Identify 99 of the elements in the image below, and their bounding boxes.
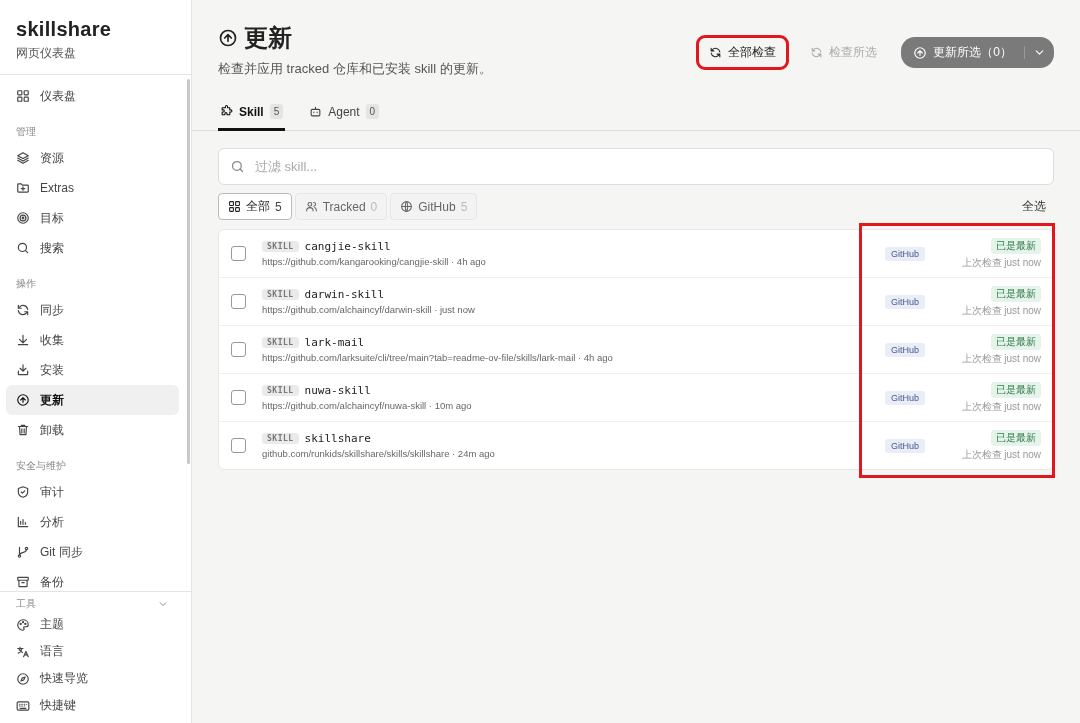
nav-item[interactable]: Extras: [6, 173, 179, 203]
tab[interactable]: Skill 5: [218, 98, 286, 131]
source-badge: GitHub: [885, 390, 925, 405]
source-badge: GitHub: [885, 342, 925, 357]
status-badge: 已是最新: [991, 285, 1041, 302]
bar-chart-icon: [16, 515, 30, 529]
keyboard-icon: [16, 698, 30, 713]
filter-chip[interactable]: 全部 5: [218, 193, 292, 220]
type-tag: SKILL: [262, 385, 299, 396]
source-badge: GitHub: [885, 246, 925, 261]
skill-name: cangjie-skill: [304, 240, 391, 253]
nav-item[interactable]: 审计: [6, 477, 179, 507]
source-url: https://github.com/alchaincyf/nuwa-skill · 10m ago: [262, 400, 473, 411]
status-badge: 已是最新: [991, 381, 1041, 398]
checkbox[interactable]: [231, 438, 246, 453]
download-icon: [16, 333, 30, 347]
nav-item[interactable]: 资源: [6, 143, 179, 173]
count-badge: 0: [365, 104, 380, 119]
checkbox[interactable]: [231, 246, 246, 261]
nav-item[interactable]: 安装: [6, 355, 179, 385]
arrow-up-circle-icon: [16, 393, 30, 407]
status-badge: 已是最新: [991, 237, 1041, 254]
compass-icon: [16, 671, 30, 686]
nav-item[interactable]: 备份: [6, 567, 179, 591]
tab[interactable]: Agent 0: [307, 98, 382, 131]
section-label: 工具: [16, 597, 36, 611]
nav-item[interactable]: 搜索: [6, 233, 179, 263]
translate-icon: [16, 644, 30, 659]
count-badge: 5: [269, 104, 284, 119]
nav-item[interactable]: 分析: [6, 507, 179, 537]
nav-item[interactable]: 快捷键: [6, 692, 179, 719]
skill-name: nuwa-skill: [304, 384, 371, 397]
refresh-icon: [810, 46, 824, 59]
nav-item[interactable]: 主题: [6, 611, 179, 638]
shield-check-icon: [16, 485, 30, 499]
folder-plus-icon: [16, 181, 30, 195]
checkbox[interactable]: [231, 294, 246, 309]
type-tag: SKILL: [262, 433, 299, 444]
checkbox[interactable]: [231, 342, 246, 357]
nav-item[interactable]: 目标: [6, 203, 179, 233]
nav-item[interactable]: 卸载: [6, 415, 179, 445]
source-url: https://github.com/kangarooking/cangjie-skill · 4h ago: [262, 256, 487, 267]
skill-name: skillshare: [304, 432, 371, 445]
palette-icon: [16, 617, 30, 632]
nav-item[interactable]: 收集: [6, 325, 179, 355]
checkbox[interactable]: [231, 390, 246, 405]
source-badge: GitHub: [885, 438, 925, 453]
target-icon: [16, 211, 30, 225]
branch-icon: [16, 545, 30, 559]
type-tag: SKILL: [262, 289, 299, 300]
last-checked: 上次检查 just now: [961, 351, 1041, 366]
filter-chip[interactable]: GitHub 5: [390, 193, 478, 220]
status-badge: 已是最新: [991, 429, 1041, 446]
grid-icon: [228, 200, 241, 213]
grid-icon: [16, 89, 30, 103]
users-icon: [304, 200, 318, 213]
check-button[interactable]: 全部检查: [699, 38, 787, 67]
globe-icon: [400, 200, 414, 213]
brand-name: skillshare: [16, 18, 113, 41]
nav-item[interactable]: 同步: [6, 295, 179, 325]
nav-item[interactable]: 语言: [6, 638, 179, 665]
skill-name: darwin-skill: [304, 288, 385, 301]
nav-item[interactable]: Git 同步: [6, 537, 179, 567]
page-title: 更新: [244, 23, 292, 53]
layers-icon: [16, 151, 30, 165]
search-icon: [16, 241, 30, 255]
puzzle-icon: [220, 105, 233, 118]
nav-item[interactable]: 仪表盘: [6, 81, 179, 111]
search-field[interactable]: 过滤 skill...: [218, 148, 1054, 185]
page-subtitle: 检查并应用 tracked 仓库和已安装 skill 的更新。: [218, 60, 492, 78]
source-url: https://github.com/alchaincyf/darwin-skill · just now: [262, 304, 476, 315]
status-badge: 已是最新: [991, 333, 1041, 350]
section-label: 安全与维护: [15, 459, 67, 473]
last-checked: 上次检查 just now: [961, 255, 1041, 270]
section-label: 操作: [15, 277, 37, 291]
archive-icon: [16, 575, 30, 589]
trash-icon: [16, 423, 30, 437]
source-url: github.com/runkids/skillshare/skills/skillshare · 24m ago: [262, 448, 496, 459]
select-all-link[interactable]: 全选: [1022, 198, 1046, 215]
arrow-up-circle-icon: [218, 28, 238, 48]
skill-name: lark-mail: [304, 336, 365, 349]
tray-download-icon: [16, 363, 30, 377]
section-label: 管理: [15, 125, 37, 139]
search-icon: [230, 159, 245, 174]
source-url: https://github.com/larksuite/cli/tree/main?tab=readme-ov-file/skills/lark-mail · 4h ago: [262, 352, 614, 363]
refresh-icon: [709, 46, 723, 59]
brand-subtitle: 网页仪表盘: [16, 45, 77, 62]
filter-chip[interactable]: Tracked 0: [294, 193, 388, 220]
robot-icon: [309, 105, 323, 118]
nav-item[interactable]: 更新: [6, 385, 179, 415]
nav-item[interactable]: 快速导览: [6, 665, 179, 692]
last-checked: 上次检查 just now: [961, 399, 1041, 414]
type-tag: SKILL: [262, 241, 299, 252]
last-checked: 上次检查 just now: [961, 303, 1041, 318]
source-badge: GitHub: [885, 294, 925, 309]
type-tag: SKILL: [262, 337, 299, 348]
arrow-up-circle-icon: [913, 45, 928, 60]
last-checked: 上次检查 just now: [961, 447, 1041, 462]
refresh-icon: [16, 303, 30, 317]
